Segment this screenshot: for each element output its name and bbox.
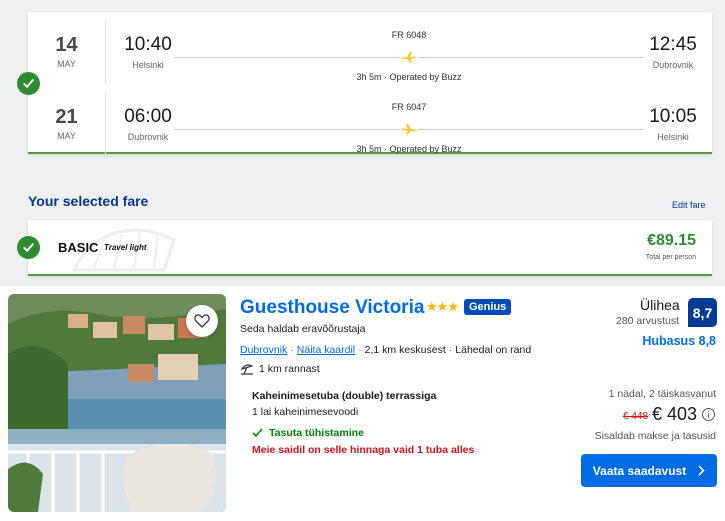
see-availability-label: Vaata saadavust — [592, 463, 687, 478]
flight-duration: 3h 5m · Operated by Buzz — [356, 72, 462, 82]
outbound-route: FR 6048 3h 5m · Operated by Buzz — [174, 30, 644, 82]
beach-distance: 1 km rannast — [259, 363, 320, 375]
room-type: Kaheinimesetuba (double) terrassiga — [252, 390, 437, 402]
rating-word: Ülihea — [640, 297, 680, 313]
review-count: 280 arvustust — [616, 315, 680, 327]
flight-summary-card: 14 MAY 10:40 Helsinki FR 6048 3h 5m · Op… — [28, 12, 712, 156]
fare-name: BASIC — [58, 240, 99, 255]
flight-duration: 3h 5m · Operated by Buzz — [356, 144, 462, 154]
flight-number: FR 6047 — [391, 102, 427, 112]
fare-price-label: Total per person — [645, 254, 696, 261]
beach-umbrella-icon — [240, 364, 254, 375]
arrival-time: 10:05 — [649, 106, 697, 127]
fare-selected-check-icon — [17, 236, 40, 259]
return-route: FR 6047 3h 5m · Operated by Buzz — [174, 102, 644, 154]
checkmark-icon — [252, 428, 263, 438]
plane-icon — [400, 122, 418, 136]
current-price: € 403 — [652, 404, 698, 424]
scarcity-message: Meie saidil on selle hinnaga vaid 1 tuba… — [252, 444, 475, 456]
location-link[interactable]: Dubrovnik — [240, 344, 287, 356]
stay-info: 1 nädal, 2 täiskasvanut — [608, 388, 716, 400]
flight-number: FR 6048 — [391, 30, 427, 40]
star-rating-icon: ★★★ — [426, 299, 459, 314]
operated-by-text: Seda haldab eravõõrustaja — [240, 323, 366, 335]
return-arrival: 10:05 Helsinki — [638, 106, 708, 142]
hotel-name-link[interactable]: Guesthouse Victoria — [240, 297, 424, 319]
return-leg: 21 MAY 06:00 Dubrovnik FR 6047 3h 5m · O… — [28, 94, 712, 156]
outbound-leg: 14 MAY 10:40 Helsinki FR 6048 3h 5m · Op… — [28, 22, 712, 84]
original-price: € 448 — [623, 411, 649, 422]
bed-info: 1 lai kaheinimesevoodi — [252, 406, 359, 418]
review-score-badge: 8,7 — [688, 298, 717, 327]
return-date: 21 MAY — [28, 94, 106, 156]
show-on-map-link[interactable]: Näita kaardil — [297, 344, 355, 356]
fare-subtitle: Travel light — [104, 243, 147, 252]
arrival-time: 12:45 — [649, 34, 697, 55]
price-info-icon[interactable]: i — [702, 408, 715, 421]
chevron-right-icon — [698, 465, 705, 476]
return-day: 21 — [55, 106, 78, 128]
plane-icon — [400, 50, 418, 64]
edit-fare-link[interactable]: Edit fare — [672, 200, 706, 210]
flight-selected-check-icon — [17, 72, 40, 95]
return-month: MAY — [57, 131, 76, 141]
taxes-note: Sisaldab makse ja tasusid — [594, 430, 716, 442]
outbound-month: MAY — [57, 59, 76, 69]
outbound-date: 14 MAY — [28, 22, 106, 84]
fare-price: €89.15 — [647, 232, 696, 249]
outbound-day: 14 — [55, 34, 78, 56]
beach-distance-row: 1 km rannast — [240, 363, 320, 375]
genius-badge: Genius — [464, 299, 512, 315]
arrival-city: Helsinki — [657, 132, 689, 142]
see-availability-button[interactable]: Vaata saadavust — [581, 454, 717, 487]
near-beach-text: Lähedal on rand — [455, 344, 532, 356]
arrival-city: Dubrovnik — [652, 60, 694, 70]
fare-card: BASIC Travel light €89.15 Total per pers… — [28, 220, 712, 276]
selected-fare-title: Your selected fare — [28, 193, 149, 209]
location-row: Dubrovnik · Näita kaardil · 2,1 km keskusest… — [240, 344, 532, 356]
outbound-arrival: 12:45 Dubrovnik — [638, 34, 708, 70]
favorite-button[interactable] — [186, 305, 218, 337]
heart-icon — [194, 314, 210, 328]
distance-from-center: 2,1 km keskusest — [364, 344, 446, 356]
free-cancellation: Tasuta tühistamine — [252, 427, 364, 439]
free-cancellation-label: Tasuta tühistamine — [269, 427, 364, 439]
comfort-score: Hubasus 8,8 — [642, 334, 716, 348]
